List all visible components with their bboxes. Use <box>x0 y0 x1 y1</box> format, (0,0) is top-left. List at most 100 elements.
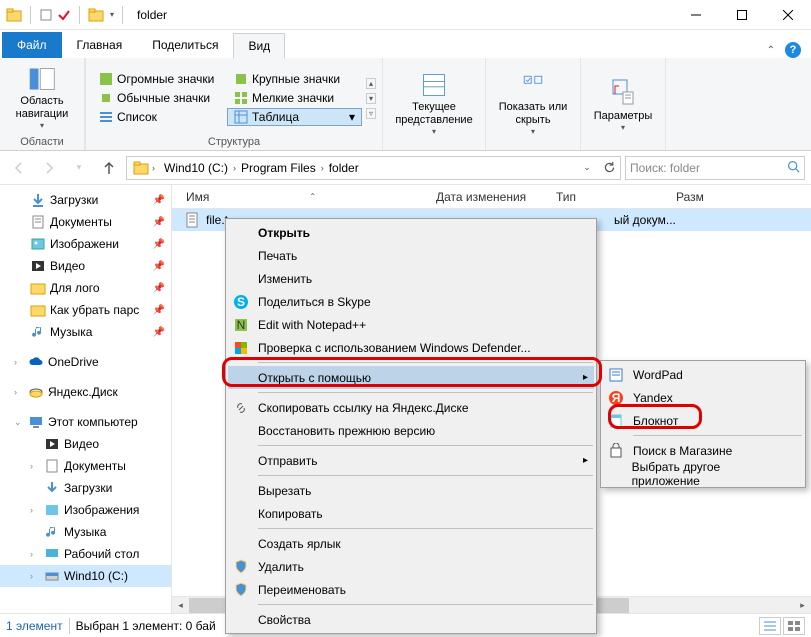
expand-icon[interactable]: › <box>14 387 24 397</box>
scroll-right-icon[interactable]: ▸ <box>794 598 811 613</box>
notepadpp-icon: N <box>233 317 249 333</box>
sidebar-item-documents[interactable]: ›Документы <box>0 455 171 477</box>
column-size[interactable]: Разм <box>668 190 712 204</box>
expand-icon[interactable]: › <box>30 505 40 515</box>
video-icon <box>30 258 46 274</box>
sidebar-item-images[interactable]: ›Изображения <box>0 499 171 521</box>
sidebar-item-yandex-disk[interactable]: ›Яндекс.Диск <box>0 381 171 403</box>
sidebar-item-documents[interactable]: Документы📌 <box>0 211 171 233</box>
collapse-icon[interactable]: ⌄ <box>14 417 24 428</box>
sidebar-item-video[interactable]: Видео📌 <box>0 255 171 277</box>
navigation-bar: ▾ › Wind10 (C:)› Program Files› folder ⌄… <box>0 151 811 185</box>
qat-checked-icon[interactable] <box>57 8 71 22</box>
scroll-left-icon[interactable]: ◂ <box>172 598 189 613</box>
refresh-button[interactable] <box>598 157 620 179</box>
scroll-up-icon[interactable]: ▴ <box>366 78 376 89</box>
current-view-button[interactable]: Текущее представление ▾ <box>389 70 479 138</box>
expand-icon[interactable]: › <box>30 571 40 581</box>
details-view-icon[interactable] <box>759 617 781 635</box>
tab-share[interactable]: Поделиться <box>137 32 233 58</box>
submenu-notepad[interactable]: Блокнот <box>603 409 803 432</box>
minimize-button[interactable] <box>673 0 719 30</box>
context-notepadpp[interactable]: NEdit with Notepad++ <box>228 313 594 336</box>
submenu-other-app[interactable]: Выбрать другое приложение <box>603 462 803 485</box>
context-restore[interactable]: Восстановить прежнюю версию <box>228 419 594 442</box>
sidebar-item-howto[interactable]: Как убрать парс📌 <box>0 299 171 321</box>
chevron-right-icon[interactable]: › <box>151 163 156 173</box>
breadcrumb-program-files[interactable]: Program Files <box>237 161 320 175</box>
context-open-with[interactable]: Открыть с помощью▸ <box>228 366 594 389</box>
expand-icon[interactable]: › <box>30 461 40 471</box>
address-bar[interactable]: › Wind10 (C:)› Program Files› folder ⌄ <box>126 156 621 180</box>
forward-button[interactable] <box>36 155 62 181</box>
sidebar-item-for-logo[interactable]: Для лого📌 <box>0 277 171 299</box>
options-button[interactable]: Параметры ▾ <box>587 70 659 138</box>
context-delete[interactable]: Удалить <box>228 555 594 578</box>
sidebar-item-desktop[interactable]: ›Рабочий стол <box>0 543 171 565</box>
layout-small-icons[interactable]: Мелкие значки <box>227 89 362 107</box>
qat-properties-icon[interactable] <box>39 8 53 22</box>
breadcrumb-folder[interactable]: folder <box>325 161 363 175</box>
layout-medium-icons[interactable]: Обычные значки <box>92 89 227 107</box>
separator <box>258 475 593 476</box>
context-print[interactable]: Печать <box>228 244 594 267</box>
tab-file[interactable]: Файл <box>2 32 62 58</box>
layout-extra-large-icons[interactable]: Огромные значки <box>92 70 227 88</box>
computer-icon <box>28 414 44 430</box>
layout-list[interactable]: Список <box>92 108 227 126</box>
expand-icon[interactable]: › <box>30 549 40 559</box>
search-input[interactable]: Поиск: folder <box>625 156 805 180</box>
nav-pane: Загрузки📌 Документы📌 Изображени📌 Видео📌 … <box>0 185 172 613</box>
context-copy[interactable]: Копировать <box>228 502 594 525</box>
submenu-wordpad[interactable]: WordPad <box>603 363 803 386</box>
sidebar-item-music[interactable]: Музыка📌 <box>0 321 171 343</box>
maximize-button[interactable] <box>719 0 765 30</box>
expand-icon[interactable]: › <box>14 357 24 367</box>
back-button[interactable] <box>6 155 32 181</box>
close-button[interactable] <box>765 0 811 30</box>
breadcrumb-drive[interactable]: Wind10 (C:) <box>160 161 232 175</box>
up-button[interactable] <box>96 155 122 181</box>
sidebar-item-images[interactable]: Изображени📌 <box>0 233 171 255</box>
sidebar-item-downloads[interactable]: Загрузки <box>0 477 171 499</box>
context-edit[interactable]: Изменить <box>228 267 594 290</box>
column-name[interactable]: Имя⌃ <box>178 190 428 204</box>
sidebar-item-video[interactable]: Видео <box>0 433 171 455</box>
context-shortcut[interactable]: Создать ярлык <box>228 532 594 555</box>
nav-pane-button[interactable]: Область навигации ▾ <box>6 64 78 132</box>
submenu-yandex[interactable]: ЯYandex <box>603 386 803 409</box>
tab-view[interactable]: Вид <box>233 33 285 59</box>
search-placeholder: Поиск: folder <box>630 161 700 175</box>
dropdown-arrow-icon: ▾ <box>40 121 44 131</box>
thumbnail-view-icon[interactable] <box>783 617 805 635</box>
context-skype[interactable]: SПоделиться в Skype <box>228 290 594 313</box>
sidebar-item-this-pc[interactable]: ⌄Этот компьютер <box>0 411 171 433</box>
collapse-ribbon-icon[interactable]: ⌃ <box>767 45 775 56</box>
context-defender[interactable]: Проверка с использованием Windows Defend… <box>228 336 594 359</box>
column-headers: Имя⌃ Дата изменения Тип Разм <box>172 185 811 209</box>
tab-home[interactable]: Главная <box>62 32 138 58</box>
context-open[interactable]: Открыть <box>228 221 594 244</box>
column-type[interactable]: Тип <box>548 190 668 204</box>
context-cut[interactable]: Вырезать <box>228 479 594 502</box>
sidebar-item-drive-c[interactable]: ›Wind10 (C:) <box>0 565 171 587</box>
sidebar-item-onedrive[interactable]: ›OneDrive <box>0 351 171 373</box>
breadcrumb-root[interactable]: › <box>129 160 160 176</box>
scroll-down-icon[interactable]: ▾ <box>366 93 376 104</box>
address-dropdown-button[interactable]: ⌄ <box>576 157 598 179</box>
help-icon[interactable]: ? <box>785 42 801 58</box>
context-send-to[interactable]: Отправить▸ <box>228 449 594 472</box>
show-hide-button[interactable]: Показать или скрыть ▾ <box>492 70 574 138</box>
layout-large-icons[interactable]: Крупные значки <box>227 70 362 88</box>
expand-icon[interactable]: ▿ <box>366 108 376 119</box>
context-yandex-link[interactable]: Скопировать ссылку на Яндекс.Диске <box>228 396 594 419</box>
layout-details[interactable]: Таблица▾ <box>227 108 362 126</box>
search-icon <box>787 160 800 176</box>
sidebar-item-music[interactable]: Музыка <box>0 521 171 543</box>
dropdown-arrow-icon[interactable]: ▾ <box>110 10 114 19</box>
context-rename[interactable]: Переименовать <box>228 578 594 601</box>
sidebar-item-downloads[interactable]: Загрузки📌 <box>0 189 171 211</box>
recent-locations-button[interactable]: ▾ <box>66 155 92 181</box>
context-properties[interactable]: Свойства <box>228 608 594 631</box>
column-date[interactable]: Дата изменения <box>428 190 548 204</box>
